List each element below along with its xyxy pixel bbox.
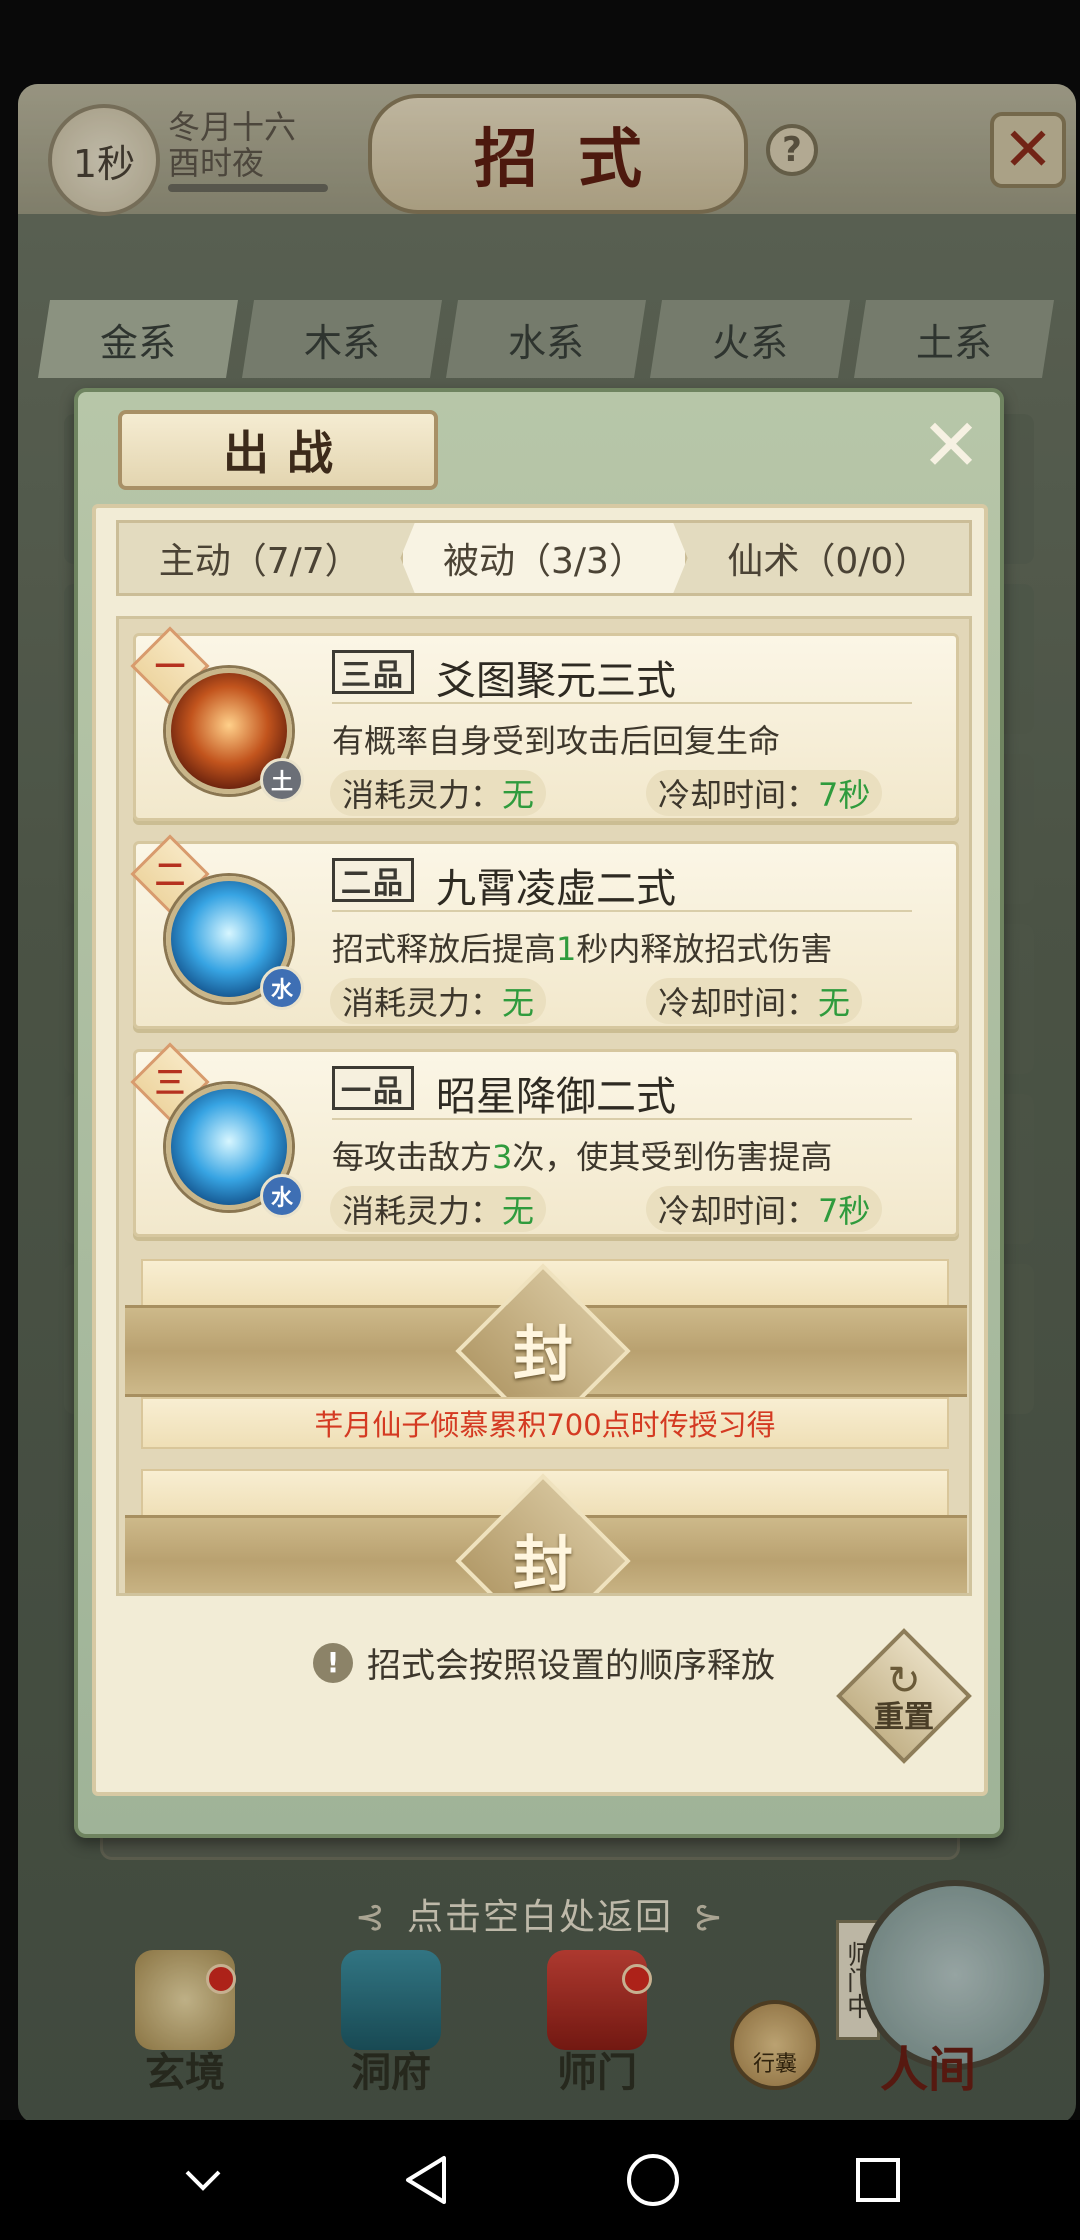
cost-stat: 消耗灵力：无 [330,770,547,816]
cost-label: 消耗灵力： [342,776,503,814]
skill-type-tabs: 主动（7/7） 被动（3/3） 仙术（0/0） [116,520,972,596]
game-screen: 1秒 冬月十六 酉时夜 招式 ? ✕ 金系 木系 水系 火系 土系 ⊰ 点击空白处… [0,0,1080,2240]
seal-icon: 封 [513,1319,573,1390]
skill-name: 爻图聚元三式 [436,658,676,704]
back-icon[interactable] [393,2145,463,2215]
grade-badge: 三品 [332,650,414,694]
cost-stat: 消耗灵力：无 [330,1186,547,1232]
desc-text: 每攻击敌方 [332,1138,493,1176]
divider [332,1118,912,1120]
reset-label[interactable]: 重置 [856,1648,952,1744]
seal-icon: 封 [513,1529,573,1596]
skill-description: 有概率自身受到攻击后回复生命 [332,716,780,762]
cost-label: 消耗灵力： [342,1192,503,1230]
skill-name: 昭星降御二式 [436,1074,676,1120]
cost-value: 无 [502,776,535,814]
unlock-condition: 芊月仙子倾慕累积700点时传授习得 [141,1397,949,1449]
cooldown-label: 冷却时间： [658,776,819,814]
locked-skill-slot[interactable]: 封 [125,1469,967,1596]
cost-value: 无 [502,984,535,1022]
skill-description: 招式释放后提高1秒内释放招式伤害 [332,924,832,970]
desc-text: 次，使其受到伤害提高 [512,1138,833,1176]
element-badge: 水 [260,966,304,1010]
cooldown-value: 7秒 [818,776,871,814]
cooldown-stat: 冷却时间：无 [646,978,863,1024]
element-badge: 土 [260,758,304,802]
cooldown-value: 无 [818,984,851,1022]
locked-skill-slot[interactable]: 封 芊月仙子倾慕累积700点时传授习得 [125,1259,967,1449]
recents-icon[interactable] [843,2145,913,2215]
exclamation-icon: ! [313,1642,353,1683]
skill-card[interactable]: 一 土 三品 爻图聚元三式 有概率自身受到攻击后回复生命 消耗灵力：无 冷却时间… [130,626,959,821]
skill-card[interactable]: 三 水 一品 昭星降御二式 每攻击敌方3次，使其受到伤害提高 消耗灵力：无 冷却… [130,1042,959,1237]
cooldown-stat: 冷却时间： 7秒 [646,770,883,816]
home-icon[interactable] [618,2145,688,2215]
close-icon[interactable]: ✕ [920,409,982,481]
skill-name: 九霄凌虚二式 [436,866,676,912]
tab-immortal-arts[interactable]: 仙术（0/0） [688,523,969,593]
skill-list[interactable]: 一 土 三品 爻图聚元三式 有概率自身受到攻击后回复生命 消耗灵力：无 冷却时间… [116,616,972,1596]
element-badge: 水 [260,1174,304,1218]
divider [332,702,912,704]
grade-badge: 一品 [332,1066,414,1110]
tab-active-skills[interactable]: 主动（7/7） [119,523,400,593]
divider [332,910,912,912]
grade-badge: 二品 [332,858,414,902]
cooldown-value: 7秒 [818,1192,871,1230]
chevron-down-icon[interactable] [168,2145,238,2215]
desc-text: 秒内释放招式伤害 [576,930,833,968]
desc-highlight: 3 [492,1138,513,1176]
order-note-text: 招式会按照设置的顺序释放 [367,1646,775,1686]
tab-passive-skills[interactable]: 被动（3/3） [400,523,688,593]
skill-description: 每攻击敌方3次，使其受到伤害提高 [332,1132,832,1178]
dialog-body: 主动（7/7） 被动（3/3） 仙术（0/0） 一 土 三品 爻图聚元三式 有概… [92,504,988,1796]
battle-loadout-dialog: 出战 ✕ 主动（7/7） 被动（3/3） 仙术（0/0） 一 土 三品 爻图聚元… [74,388,1004,1838]
desc-highlight: 1 [556,930,577,968]
cooldown-label: 冷却时间： [658,1192,819,1230]
cost-value: 无 [502,1192,535,1230]
dialog-title: 出战 [118,410,438,490]
skill-card[interactable]: 二 水 二品 九霄凌虚二式 招式释放后提高1秒内释放招式伤害 消耗灵力：无 冷却… [130,834,959,1029]
cooldown-stat: 冷却时间： 7秒 [646,1186,883,1232]
system-nav-bar [0,2120,1080,2240]
cooldown-label: 冷却时间： [658,984,819,1022]
cost-label: 消耗灵力： [342,984,503,1022]
desc-text: 招式释放后提高 [332,930,557,968]
desc-text: 有概率自身受到攻击后回复生命 [332,722,781,760]
cost-stat: 消耗灵力：无 [330,978,547,1024]
